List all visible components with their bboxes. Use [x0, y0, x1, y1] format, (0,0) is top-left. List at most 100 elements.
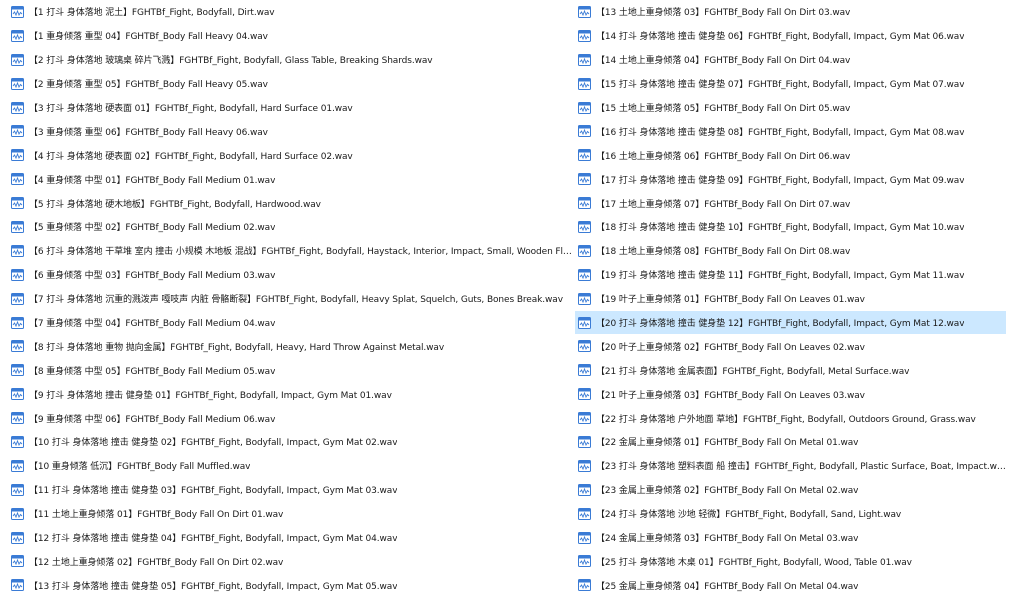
audio-file-icon — [578, 507, 591, 520]
file-item[interactable]: 【22 金属上重身倾落 01】FGHTBf_Body Fall On Metal… — [575, 430, 1006, 454]
audio-file-icon — [11, 412, 24, 425]
audio-file-icon — [11, 435, 24, 448]
file-item[interactable]: 【19 叶子上重身倾落 01】FGHTBf_Body Fall On Leave… — [575, 287, 1006, 311]
file-item[interactable]: 【5 打斗 身体落地 硬木地板】FGHTBf_Fight, Bodyfall, … — [8, 191, 575, 215]
file-item[interactable]: 【15 土地上重身倾落 05】FGHTBf_Body Fall On Dirt … — [575, 96, 1006, 120]
file-item[interactable]: 【19 打斗 身体落地 撞击 健身垫 11】FGHTBf_Fight, Body… — [575, 263, 1006, 287]
file-item[interactable]: 【17 打斗 身体落地 撞击 健身垫 09】FGHTBf_Fight, Body… — [575, 167, 1006, 191]
file-item[interactable]: 【8 重身倾落 中型 05】FGHTBf_Body Fall Medium 05… — [8, 358, 575, 382]
file-item[interactable]: 【20 打斗 身体落地 撞击 健身垫 12】FGHTBf_Fight, Body… — [575, 310, 1006, 335]
file-item[interactable]: 【21 叶子上重身倾落 03】FGHTBf_Body Fall On Leave… — [575, 382, 1006, 406]
file-item[interactable]: 【21 打斗 身体落地 金属表面】FGHTBf_Fight, Bodyfall,… — [575, 358, 1006, 382]
audio-file-icon — [578, 125, 591, 138]
file-list-view: 【1 打斗 身体落地 泥土】FGHTBf_Fight, Bodyfall, Di… — [0, 0, 1024, 604]
file-item[interactable]: 【5 重身倾落 中型 02】FGHTBf_Body Fall Medium 02… — [8, 215, 575, 239]
file-name: 【2 重身倾落 重型 05】FGHTBf_Body Fall Heavy 05.… — [29, 80, 268, 91]
file-item[interactable]: 【9 打斗 身体落地 撞击 健身垫 01】FGHTBf_Fight, Bodyf… — [8, 382, 575, 406]
file-name: 【11 打斗 身体落地 撞击 健身垫 03】FGHTBf_Fight, Body… — [29, 486, 398, 497]
file-item[interactable]: 【13 打斗 身体落地 撞击 健身垫 05】FGHTBf_Fight, Body… — [8, 573, 575, 597]
file-name: 【17 打斗 身体落地 撞击 健身垫 09】FGHTBf_Fight, Body… — [596, 175, 965, 186]
file-item[interactable]: 【2 打斗 身体落地 玻璃桌 碎片飞溅】FGHTBf_Fight, Bodyfa… — [8, 48, 575, 72]
file-item[interactable]: 【12 土地上重身倾落 02】FGHTBf_Body Fall On Dirt … — [8, 549, 575, 573]
audio-file-icon — [11, 197, 24, 210]
file-item[interactable]: 【18 土地上重身倾落 08】FGHTBf_Body Fall On Dirt … — [575, 239, 1006, 263]
audio-file-icon — [11, 268, 24, 281]
audio-file-icon — [11, 244, 24, 257]
audio-file-icon — [11, 388, 24, 401]
audio-file-icon — [578, 244, 591, 257]
file-name: 【24 打斗 身体落地 沙地 轻微】FGHTBf_Fight, Bodyfall… — [596, 510, 902, 521]
file-item[interactable]: 【10 重身倾落 低沉】FGHTBf_Body Fall Muffled.wav — [8, 454, 575, 478]
file-name: 【1 打斗 身体落地 泥土】FGHTBf_Fight, Bodyfall, Di… — [29, 8, 275, 19]
file-name: 【10 重身倾落 低沉】FGHTBf_Body Fall Muffled.wav — [29, 462, 251, 473]
file-item[interactable]: 【18 打斗 身体落地 撞击 健身垫 10】FGHTBf_Fight, Body… — [575, 215, 1006, 239]
audio-file-icon — [11, 29, 24, 42]
audio-file-icon — [11, 555, 24, 568]
file-item[interactable]: 【24 打斗 身体落地 沙地 轻微】FGHTBf_Fight, Bodyfall… — [575, 502, 1006, 526]
file-name: 【8 打斗 身体落地 重物 抛向金属】FGHTBf_Fight, Bodyfal… — [29, 342, 445, 353]
file-item[interactable]: 【25 打斗 身体落地 木桌 01】FGHTBf_Fight, Bodyfall… — [575, 549, 1006, 573]
file-item[interactable]: 【1 重身倾落 重型 04】FGHTBf_Body Fall Heavy 04.… — [8, 24, 575, 48]
file-item[interactable]: 【3 重身倾落 重型 06】FGHTBf_Body Fall Heavy 06.… — [8, 119, 575, 143]
file-item[interactable]: 【13 土地上重身倾落 03】FGHTBf_Body Fall On Dirt … — [575, 0, 1006, 24]
file-name: 【4 打斗 身体落地 硬表面 02】FGHTBf_Fight, Bodyfall… — [29, 151, 353, 162]
file-item[interactable]: 【9 重身倾落 中型 06】FGHTBf_Body Fall Medium 06… — [8, 406, 575, 430]
file-name: 【14 打斗 身体落地 撞击 健身垫 06】FGHTBf_Fight, Body… — [596, 32, 965, 43]
file-item[interactable]: 【1 打斗 身体落地 泥土】FGHTBf_Fight, Bodyfall, Di… — [8, 0, 575, 24]
audio-file-icon — [11, 220, 24, 233]
file-item[interactable]: 【20 叶子上重身倾落 02】FGHTBf_Body Fall On Leave… — [575, 334, 1006, 358]
file-name: 【7 打斗 身体落地 沉重的溅泼声 嘎吱声 内脏 骨骼断裂】FGHTBf_Fig… — [29, 295, 563, 306]
file-item[interactable]: 【7 打斗 身体落地 沉重的溅泼声 嘎吱声 内脏 骨骼断裂】FGHTBf_Fig… — [8, 287, 575, 311]
file-item[interactable]: 【6 打斗 身体落地 干草堆 室内 撞击 小规模 木地板 混战】FGHTBf_F… — [8, 239, 575, 263]
file-name: 【19 叶子上重身倾落 01】FGHTBf_Body Fall On Leave… — [596, 295, 865, 306]
audio-file-icon — [578, 173, 591, 186]
file-item[interactable]: 【4 重身倾落 中型 01】FGHTBf_Body Fall Medium 01… — [8, 167, 575, 191]
file-item[interactable]: 【12 打斗 身体落地 撞击 健身垫 04】FGHTBf_Fight, Body… — [8, 526, 575, 550]
file-item[interactable]: 【10 打斗 身体落地 撞击 健身垫 02】FGHTBf_Fight, Body… — [8, 430, 575, 454]
file-item[interactable]: 【4 打斗 身体落地 硬表面 02】FGHTBf_Fight, Bodyfall… — [8, 143, 575, 167]
file-name: 【3 重身倾落 重型 06】FGHTBf_Body Fall Heavy 06.… — [29, 127, 268, 138]
file-name: 【6 打斗 身体落地 干草堆 室内 撞击 小规模 木地板 混战】FGHTBf_F… — [29, 247, 575, 258]
file-name: 【12 土地上重身倾落 02】FGHTBf_Body Fall On Dirt … — [29, 557, 284, 568]
file-item[interactable]: 【7 重身倾落 中型 04】FGHTBf_Body Fall Medium 04… — [8, 311, 575, 335]
file-item[interactable]: 【24 金属上重身倾落 03】FGHTBf_Body Fall On Metal… — [575, 526, 1006, 550]
audio-file-icon — [578, 412, 591, 425]
audio-file-icon — [11, 101, 24, 114]
file-name: 【5 重身倾落 中型 02】FGHTBf_Body Fall Medium 02… — [29, 223, 276, 234]
file-item[interactable]: 【11 土地上重身倾落 01】FGHTBf_Body Fall On Dirt … — [8, 502, 575, 526]
file-name: 【9 重身倾落 中型 06】FGHTBf_Body Fall Medium 06… — [29, 414, 276, 425]
file-item[interactable]: 【6 重身倾落 中型 03】FGHTBf_Body Fall Medium 03… — [8, 263, 575, 287]
audio-file-icon — [578, 77, 591, 90]
audio-file-icon — [578, 364, 591, 377]
file-item[interactable]: 【14 打斗 身体落地 撞击 健身垫 06】FGHTBf_Fight, Body… — [575, 24, 1006, 48]
file-item[interactable]: 【11 打斗 身体落地 撞击 健身垫 03】FGHTBf_Fight, Body… — [8, 478, 575, 502]
file-name: 【11 土地上重身倾落 01】FGHTBf_Body Fall On Dirt … — [29, 510, 284, 521]
file-item[interactable]: 【23 打斗 身体落地 塑料表面 船 撞击】FGHTBf_Fight, Body… — [575, 454, 1006, 478]
file-item[interactable]: 【17 土地上重身倾落 07】FGHTBf_Body Fall On Dirt … — [575, 191, 1006, 215]
file-column-left: 【1 打斗 身体落地 泥土】FGHTBf_Fight, Bodyfall, Di… — [8, 0, 575, 597]
file-item[interactable]: 【16 土地上重身倾落 06】FGHTBf_Body Fall On Dirt … — [575, 143, 1006, 167]
file-item[interactable]: 【8 打斗 身体落地 重物 抛向金属】FGHTBf_Fight, Bodyfal… — [8, 334, 575, 358]
audio-file-icon — [578, 459, 591, 472]
file-name: 【13 打斗 身体落地 撞击 健身垫 05】FGHTBf_Fight, Body… — [29, 581, 398, 592]
file-item[interactable]: 【3 打斗 身体落地 硬表面 01】FGHTBf_Fight, Bodyfall… — [8, 96, 575, 120]
audio-file-icon — [578, 483, 591, 496]
file-item[interactable]: 【22 打斗 身体落地 户外地面 草地】FGHTBf_Fight, Bodyfa… — [575, 406, 1006, 430]
file-name: 【20 叶子上重身倾落 02】FGHTBf_Body Fall On Leave… — [596, 342, 865, 353]
audio-file-icon — [11, 173, 24, 186]
file-name: 【23 打斗 身体落地 塑料表面 船 撞击】FGHTBf_Fight, Body… — [596, 462, 1006, 473]
audio-file-icon — [11, 531, 24, 544]
file-item[interactable]: 【23 金属上重身倾落 02】FGHTBf_Body Fall On Metal… — [575, 478, 1006, 502]
file-name: 【18 打斗 身体落地 撞击 健身垫 10】FGHTBf_Fight, Body… — [596, 223, 965, 234]
audio-file-icon — [11, 53, 24, 66]
file-item[interactable]: 【16 打斗 身体落地 撞击 健身垫 08】FGHTBf_Fight, Body… — [575, 119, 1006, 143]
file-item[interactable]: 【15 打斗 身体落地 撞击 健身垫 07】FGHTBf_Fight, Body… — [575, 72, 1006, 96]
audio-file-icon — [11, 364, 24, 377]
file-item[interactable]: 【14 土地上重身倾落 04】FGHTBf_Body Fall On Dirt … — [575, 48, 1006, 72]
file-item[interactable]: 【25 金属上重身倾落 04】FGHTBf_Body Fall On Metal… — [575, 573, 1006, 597]
file-item[interactable]: 【2 重身倾落 重型 05】FGHTBf_Body Fall Heavy 05.… — [8, 72, 575, 96]
audio-file-icon — [578, 149, 591, 162]
file-name: 【3 打斗 身体落地 硬表面 01】FGHTBf_Fight, Bodyfall… — [29, 104, 353, 114]
file-name: 【14 土地上重身倾落 04】FGHTBf_Body Fall On Dirt … — [596, 56, 851, 67]
file-name: 【12 打斗 身体落地 撞击 健身垫 04】FGHTBf_Fight, Body… — [29, 534, 398, 545]
